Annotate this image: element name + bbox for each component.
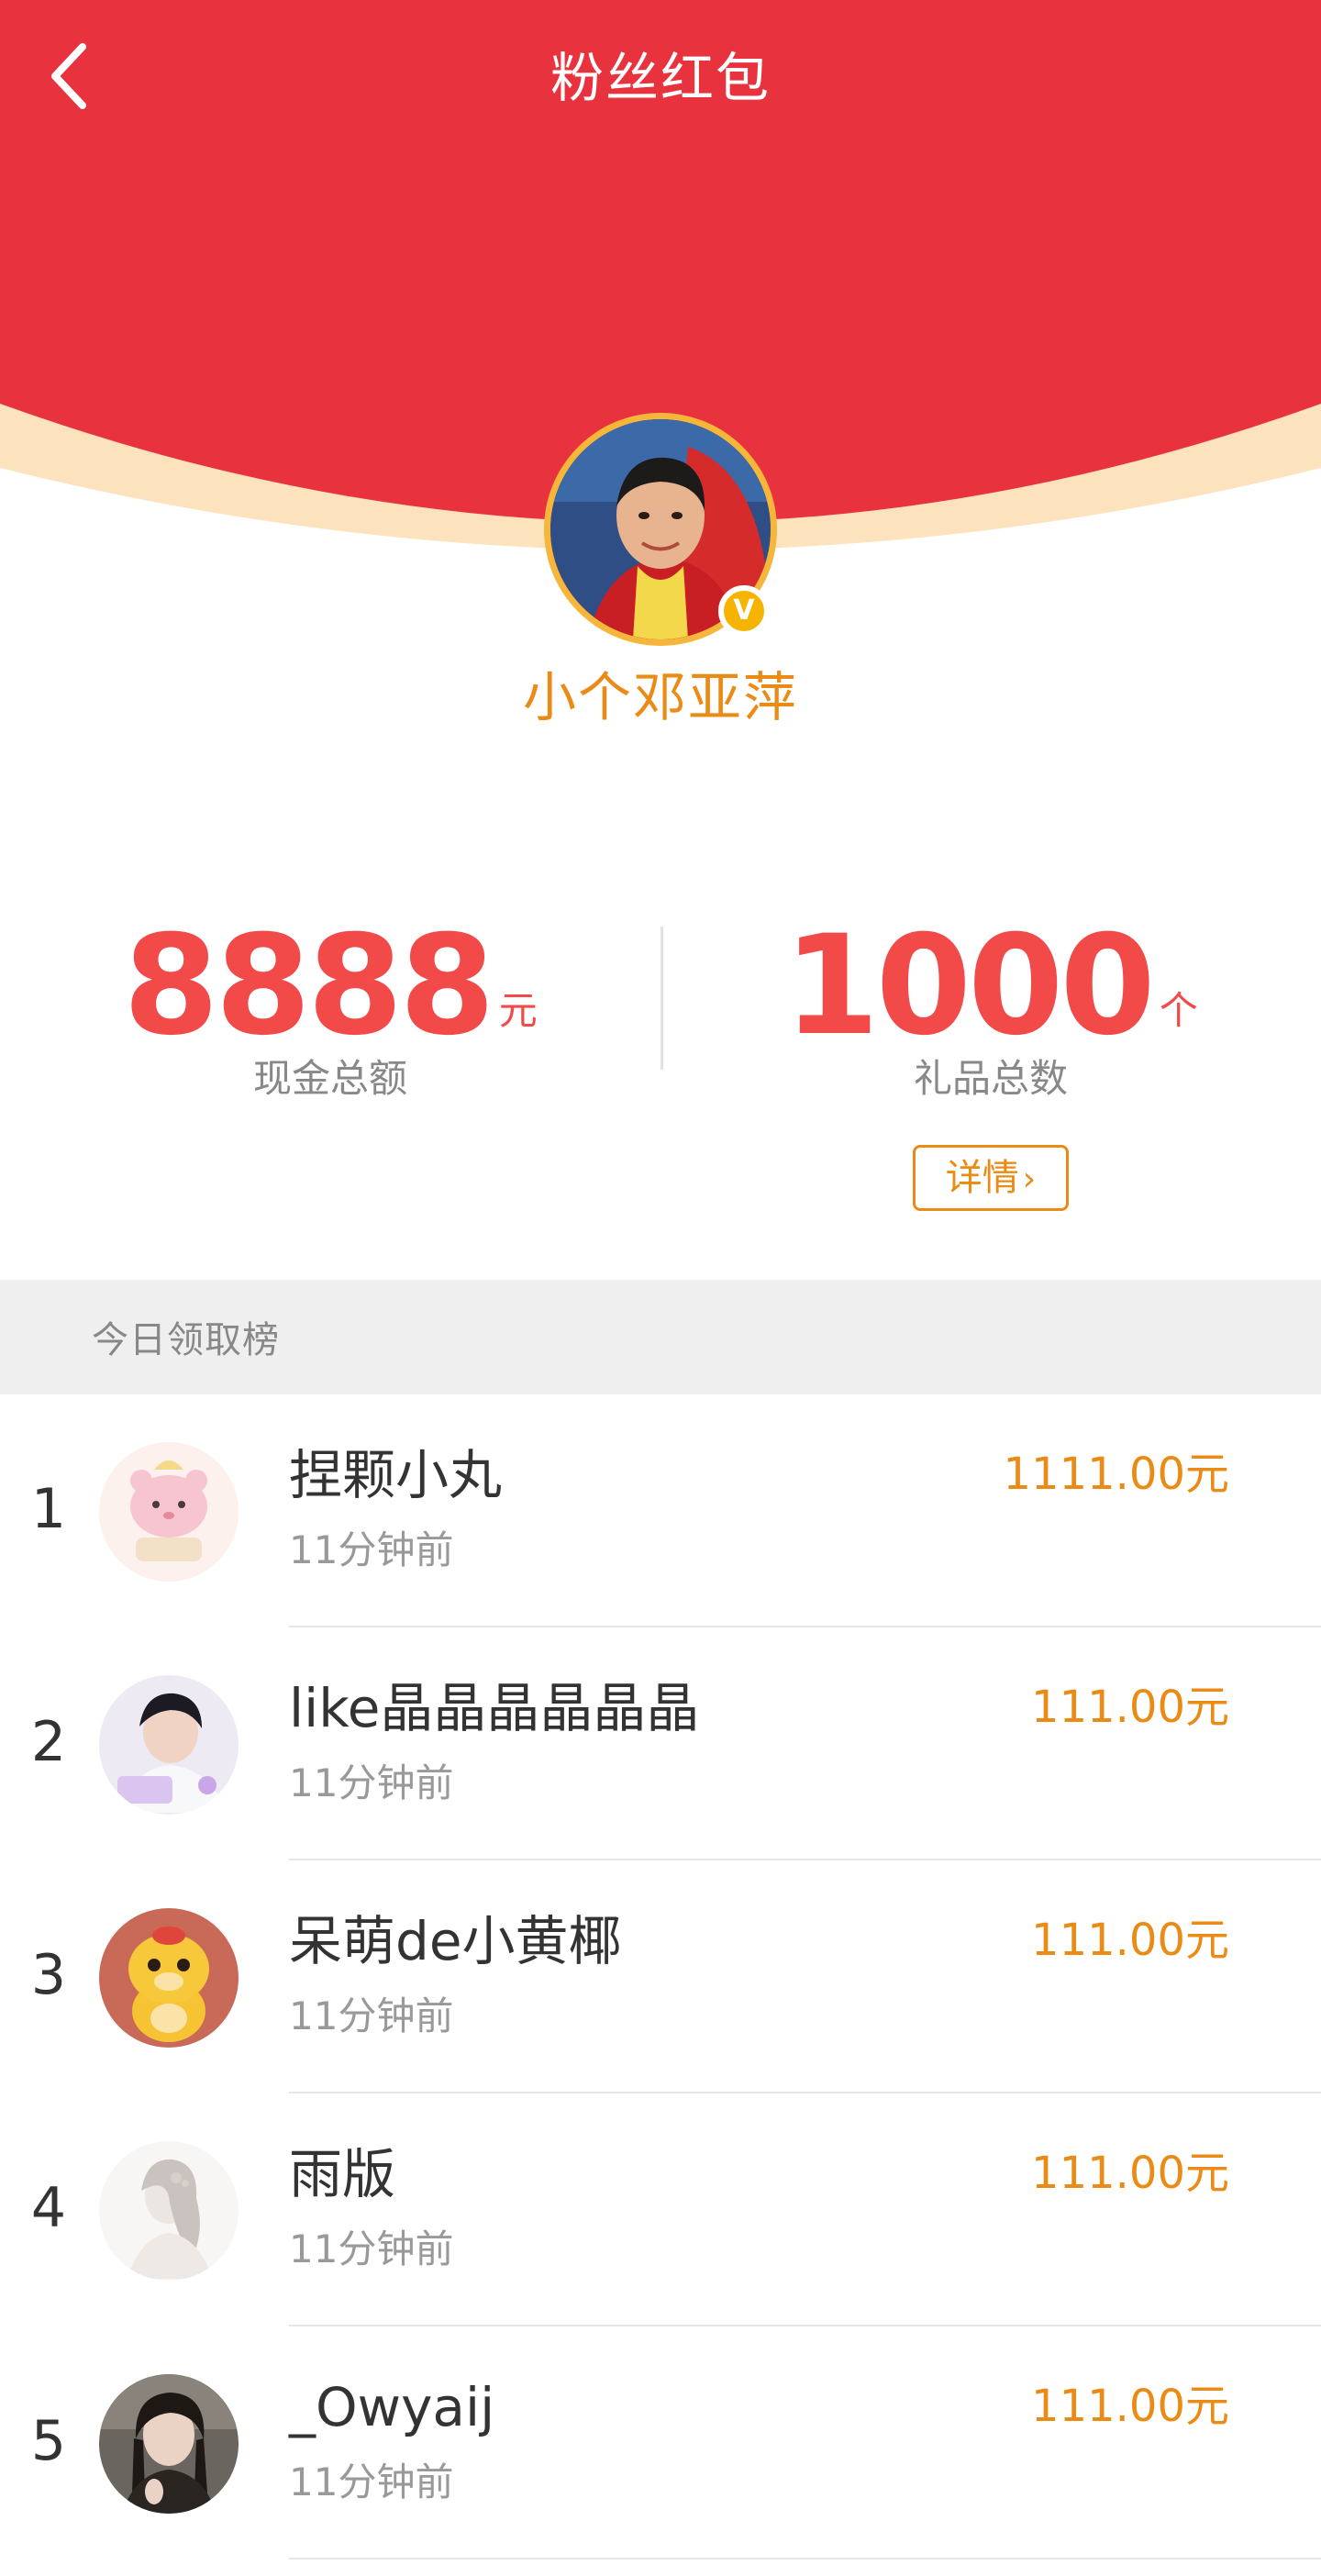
stats-divider [660, 927, 663, 1070]
detail-button-label: 详情 [945, 1157, 1019, 1199]
avatar[interactable] [99, 2374, 239, 2514]
timestamp: 11分钟前 [289, 2459, 454, 2504]
user-name: _Owyaij [289, 2376, 495, 2438]
rank-number: 5 [30, 2409, 67, 2473]
amount: 1111.00元 [1003, 1449, 1230, 1500]
amount: 111.00元 [1031, 2381, 1229, 2432]
section-header: 今日领取榜 [0, 1280, 1321, 1394]
cash-total-value: 8888 [123, 906, 494, 1066]
avatar[interactable] [99, 1908, 239, 2048]
amount: 111.00元 [1031, 2148, 1229, 2199]
list-item[interactable]: 4 雨版 11分钟前 111.00元 [0, 2093, 1321, 2326]
user-name: 雨版 [289, 2143, 396, 2205]
amount: 111.00元 [1031, 1915, 1229, 1966]
list-item[interactable]: 1 捏颗小丸 11分钟前 1111.00元 [0, 1394, 1321, 1627]
amount: 111.00元 [1031, 1682, 1229, 1733]
avatar[interactable] [99, 2141, 239, 2281]
list-item[interactable]: 5 _Owyaij 11分钟前 111.00元 [0, 2326, 1321, 2559]
list-item[interactable]: 3 呆萌de小黄椰 11分钟前 111.00元 [0, 1860, 1321, 2093]
leaderboard-list: 1 捏颗小丸 11分钟前 1111.00元 2 like晶晶晶晶晶晶 11分钟前… [0, 1394, 1321, 2559]
rank-number: 2 [30, 1710, 67, 1774]
cash-total-unit: 元 [498, 988, 538, 1033]
verified-badge-icon: V [718, 585, 770, 637]
chevron-right-icon: › [1022, 1160, 1037, 1198]
user-name: 捏颗小丸 [289, 1444, 503, 1506]
timestamp: 11分钟前 [289, 1527, 454, 1572]
cash-total-stat: 8888 元 现金总额 [73, 917, 587, 1106]
avatar[interactable] [99, 1675, 239, 1815]
user-name: 小个邓亚萍 [522, 666, 798, 728]
rank-number: 3 [30, 1943, 67, 2007]
detail-button[interactable]: 详情 › [913, 1145, 1069, 1211]
rank-number: 4 [30, 2176, 67, 2240]
rank-number: 1 [30, 1477, 67, 1541]
user-name: 呆萌de小黄椰 [289, 1910, 622, 1972]
profile-avatar[interactable]: V [544, 413, 777, 646]
gift-total-value: 1000 [783, 906, 1155, 1066]
divider [289, 2558, 1321, 2559]
page-title: 粉丝红包 [549, 47, 771, 109]
timestamp: 11分钟前 [289, 2226, 454, 2271]
user-name: like晶晶晶晶晶晶 [289, 1677, 700, 1739]
section-title: 今日领取榜 [92, 1319, 280, 1361]
gift-total-stat: 1000 个 礼品总数 [734, 917, 1248, 1106]
avatar[interactable] [99, 1442, 239, 1582]
gift-total-unit: 个 [1159, 988, 1198, 1033]
timestamp: 11分钟前 [289, 1993, 454, 2038]
timestamp: 11分钟前 [289, 1760, 454, 1805]
list-item[interactable]: 2 like晶晶晶晶晶晶 11分钟前 111.00元 [0, 1627, 1321, 1860]
